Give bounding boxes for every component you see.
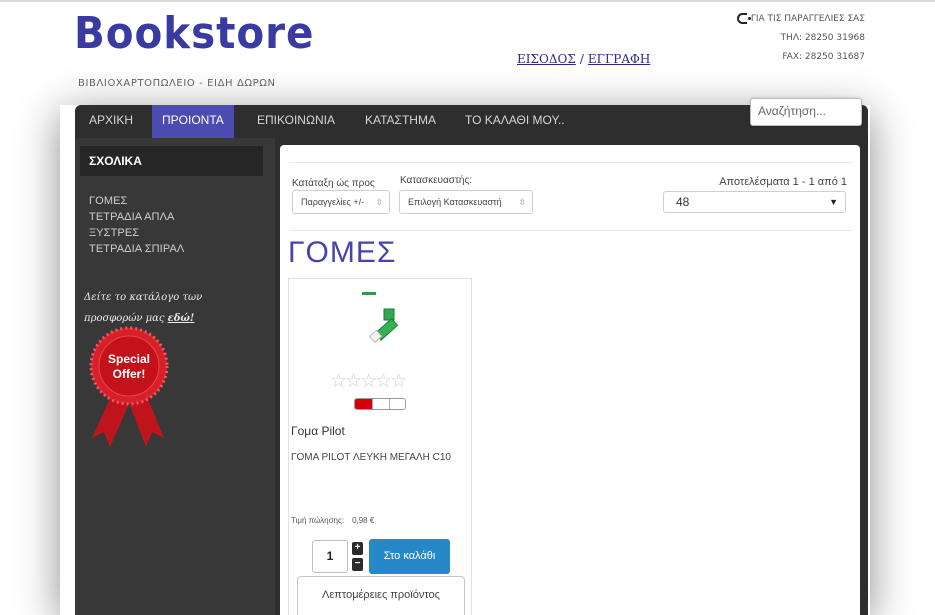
nav-contact[interactable]: ΕΠΙΚΟΙΝΩΝΙΑ xyxy=(247,105,345,138)
toolbar-top-divider xyxy=(290,162,852,163)
sort-arrows-icon: ⇳ xyxy=(375,197,383,207)
sidebar-category-list: ΓΟΜΕΣ ΤΕΤΡΑΔΙΑ ΑΠΛΑ ΞΥΣΤΡΕΣ ΤΕΤΡΑΔΙΑ ΣΠΙ… xyxy=(89,193,184,257)
site-tagline: ΒΙΒΛΙΟΧΑΡΤΟΠΩΛΕΙΟ - ΕΙΔΗ ΔΩΡΩΝ xyxy=(78,78,276,89)
sidebar-item-gomes[interactable]: ΓΟΜΕΣ xyxy=(89,193,184,209)
chevron-down-icon: ▼ xyxy=(829,197,838,207)
manufacturer-dropdown[interactable]: Επιλογή Κατασκευαστή ⇳ xyxy=(399,190,533,214)
badge-core xyxy=(98,335,160,397)
nav-home[interactable]: ΑΡΧΙΚΗ xyxy=(79,105,143,138)
price-label: Τιμή πώλησης: xyxy=(291,516,345,525)
top-border xyxy=(0,0,935,2)
auth-separator: / xyxy=(579,52,584,66)
toolbar-bottom-divider xyxy=(290,230,852,231)
catalog-link[interactable]: εδώ! xyxy=(168,313,195,324)
sort-value: Παραγγελίες +/- xyxy=(301,197,365,207)
rating-bar xyxy=(354,398,406,410)
quantity-input[interactable]: 1 xyxy=(312,540,348,573)
sidebar-item-xystres[interactable]: ΞΥΣΤΡΕΣ xyxy=(89,225,184,241)
quantity-decrease-button[interactable]: − xyxy=(352,558,363,571)
login-link[interactable]: ΕΙΣΟΔΟΣ xyxy=(517,52,576,66)
special-offer-badge[interactable]: Special Offer! xyxy=(84,326,174,451)
badge-text-1: Special xyxy=(108,352,150,366)
contact-info: ΓΙΑ ΤΙΣ ΠΑΡΑΓΓΕΛΙΕΣ ΣΑΣ ΤΗΛ: 28250 31968… xyxy=(736,10,865,67)
contact-fax: FAX: 28250 31687 xyxy=(782,52,865,62)
quantity-increase-button[interactable]: + xyxy=(352,542,363,555)
auth-links: ΕΙΣΟΔΟΣ / ΕΓΓΡΑΦΗ xyxy=(517,52,650,66)
manufacturer-value: Επιλογή Κατασκευαστή xyxy=(408,197,502,207)
catalog-note: Δείτε το κατάλογο των προσφορών μας εδώ! xyxy=(84,287,254,329)
rating-divider xyxy=(372,399,373,409)
badge-text-2: Offer! xyxy=(113,367,146,381)
sidebar-category-header[interactable]: ΣΧΟΛΙΚΑ xyxy=(80,146,263,176)
results-count: Αποτελέσματα 1 - 1 από 1 xyxy=(719,176,847,188)
register-link[interactable]: ΕΓΓΡΑΦΗ xyxy=(588,52,650,66)
price-row: Τιμή πώλησης: 0,98 € xyxy=(291,516,374,525)
manufacturer-label: Κατασκευαστής: xyxy=(400,175,473,186)
sort-label: Κατάταξη ώς προς xyxy=(292,178,375,189)
price-value: 0,98 € xyxy=(352,516,375,525)
nav-cart[interactable]: ΤΟ ΚΑΛΑΘΙ ΜΟΥ.. xyxy=(455,105,575,138)
add-to-cart-button[interactable]: Στο καλάθι xyxy=(369,539,450,574)
product-name[interactable]: Γομα Pilot xyxy=(291,424,345,438)
contact-title: ΓΙΑ ΤΙΣ ΠΑΡΑΓΓΕΛΙΕΣ ΣΑΣ xyxy=(750,14,865,24)
category-title: ΓΟΜΕΣ xyxy=(288,236,397,269)
sidebar-item-tetradia-spiral[interactable]: ΤΕΤΡΑΔΙΑ ΣΠΙΡΑΛ xyxy=(89,241,184,257)
per-page-select[interactable]: 48 ▼ xyxy=(663,191,846,213)
sidebar-item-tetradia-apla[interactable]: ΤΕΤΡΑΔΙΑ ΑΠΛΑ xyxy=(89,209,184,225)
sort-dropdown[interactable]: Παραγγελίες +/- ⇳ xyxy=(292,190,390,214)
phone-icon xyxy=(736,13,751,24)
rating-divider xyxy=(389,399,390,409)
per-page-value: 48 xyxy=(676,195,690,209)
contact-phone: ΤΗΛ: 28250 31968 xyxy=(780,33,865,43)
image-brand-mark xyxy=(362,292,376,295)
rating-stars: ☆☆☆☆☆ xyxy=(330,371,407,392)
nav-store[interactable]: ΚΑΤΑΣΤΗΜΑ xyxy=(355,105,446,138)
product-details-button[interactable]: Λεπτομέρειες προϊόντος xyxy=(297,576,465,615)
product-image[interactable] xyxy=(344,288,414,353)
nav-products[interactable]: ΠΡΟΙΟΝΤΑ xyxy=(152,105,234,138)
rating-fill xyxy=(355,399,372,409)
eraser-box xyxy=(383,308,395,321)
product-description: ΓΟΜΑ PILOT ΛΕΥΚΗ ΜΕΓΑΛΗ C10 xyxy=(291,452,451,463)
search-input[interactable]: Αναζήτηση... xyxy=(750,98,862,126)
site-logo[interactable]: Bookstore xyxy=(74,8,314,59)
manufacturer-arrows-icon: ⇳ xyxy=(518,197,526,207)
